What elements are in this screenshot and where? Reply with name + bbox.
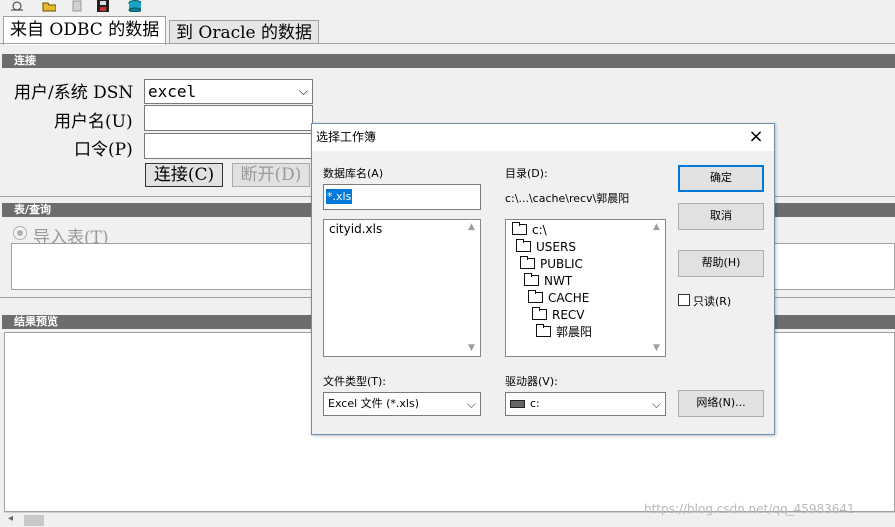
open-folder-icon[interactable] [42,0,56,12]
directory-label: 目录(D): [505,167,548,180]
ok-button[interactable]: 确定 [678,165,764,192]
scroll-down-icon[interactable]: ▼ [648,341,665,356]
cancel-button[interactable]: 取消 [678,203,764,230]
drive-select[interactable]: c: ⌵ [505,392,666,416]
dsn-select[interactable]: excel ⌵ [144,79,313,104]
toolbar [0,0,895,14]
tree-item[interactable]: PUBLIC [520,255,583,272]
password-input[interactable] [144,133,313,159]
open-folder-icon [524,273,539,286]
username-input[interactable] [144,105,313,131]
scroll-down-icon[interactable]: ▼ [463,341,480,356]
tree-item[interactable]: c:\ [512,221,547,238]
tree-item[interactable]: USERS [516,238,576,255]
open-folder-icon [512,222,527,235]
tree-item[interactable]: NWT [524,272,572,289]
tree-item[interactable]: CACHE [528,289,589,306]
directory-tree[interactable]: c:\ USERS PUBLIC NWT CACHE RECV 郭晨阳 ▲ ▼ [505,219,666,357]
select-workbook-dialog: 选择工作簿 × 数据库名(A) *.xls cityid.xls ▲ ▼ 目录(… [311,123,775,435]
scroll-up-icon[interactable]: ▲ [463,220,480,235]
filetype-select[interactable]: Excel 文件 (*.xls) ⌵ [323,392,481,416]
readonly-label: 只读(R) [693,295,732,308]
dsn-value: excel [148,82,197,101]
tree-scrollbar[interactable]: ▲ ▼ [648,220,665,356]
tab-from-odbc[interactable]: 来自 ODBC 的数据 [3,16,167,45]
readonly-checkbox[interactable] [678,294,690,306]
open-folder-icon [536,324,551,337]
tree-item-label: c:\ [532,222,547,237]
password-label: 口令(P) [74,140,133,160]
directory-value: c:\...\cache\recv\郭晨阳 [505,192,630,205]
connect-button[interactable]: 连接(C) [145,163,223,187]
username-label: 用户名(U) [54,112,133,132]
filetype-label: 文件类型(T): [323,375,387,388]
tree-item-label: RECV [552,307,585,322]
open-folder-icon [528,290,543,303]
filetype-value: Excel 文件 (*.xls) [328,397,420,410]
tree-item-label: 郭晨阳 [556,325,593,339]
network-button[interactable]: 网络(N)... [678,390,764,417]
scroll-up-icon[interactable]: ▲ [648,220,665,235]
watermark: https://blog.csdn.net/qq_45983641 [644,502,855,516]
scroll-left-icon[interactable]: ◂ [8,513,13,524]
file-item[interactable]: cityid.xls [329,222,382,236]
dialog-title: 选择工作簿 [312,124,774,151]
disconnect-button[interactable]: 断开(D) [232,163,310,187]
drive-label: 驱动器(V): [505,375,558,388]
open-folder-icon [516,239,531,252]
open-folder-icon [532,307,547,320]
tree-item-label: USERS [536,239,576,254]
tab-to-oracle[interactable]: 到 Oracle 的数据 [169,20,320,44]
chevron-down-icon[interactable]: ⌵ [299,84,308,99]
radio-dot [17,230,23,236]
tree-item[interactable]: RECV [532,306,585,323]
drive-value: c: [530,397,540,410]
drive-icon [510,400,525,408]
dsn-label: 用户/系统 DSN [14,83,134,103]
import-table-radio[interactable] [13,226,27,240]
dbname-label: 数据库名(A) [323,167,384,180]
file-list-scrollbar[interactable]: ▲ ▼ [463,220,480,356]
chevron-down-icon[interactable]: ⌵ [467,393,476,415]
dbname-input[interactable]: *.xls [323,184,481,210]
tree-item-label: CACHE [548,290,590,305]
file-list[interactable]: cityid.xls ▲ ▼ [323,219,481,357]
database-icon[interactable] [127,0,141,12]
chevron-down-icon[interactable]: ⌵ [652,393,661,415]
open-folder-icon [520,256,535,269]
save-icon[interactable] [96,0,110,12]
tree-item-label: NWT [544,273,573,288]
dbname-value: *.xls [326,189,353,204]
settings-icon[interactable] [10,0,24,12]
scroll-thumb[interactable] [24,515,44,526]
document-icon[interactable] [70,0,84,12]
close-icon[interactable]: × [746,124,766,151]
tree-item-label: PUBLIC [540,256,583,271]
help-button[interactable]: 帮助(H) [678,250,764,277]
tab-divider [0,43,895,44]
connect-section-header: 连接 [2,54,895,68]
tree-item[interactable]: 郭晨阳 [536,323,592,340]
